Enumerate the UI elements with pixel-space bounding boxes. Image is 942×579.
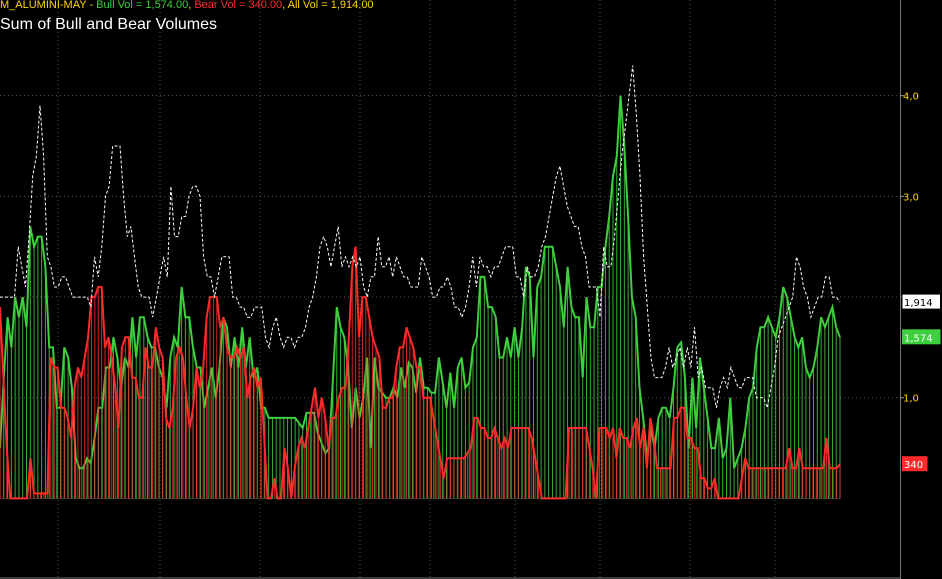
all-vol-label: All Vol = 1,914.00 <box>287 0 374 11</box>
separator: - <box>86 0 97 11</box>
last-value-tag: 1,914 <box>901 293 941 310</box>
tag-label: 1,914 <box>904 298 933 309</box>
y-tick-label: 3,0 <box>903 192 919 203</box>
symbol-label: M_ALUMINI-MAY <box>0 0 87 11</box>
series-bear-vol <box>0 246 841 500</box>
series-line <box>0 65 841 410</box>
chart-canvas: 1,02,03,04,01,5743401,914 <box>0 0 941 579</box>
tag-label: 1,574 <box>904 333 933 344</box>
bear-vol-label: Bear Vol = 340.00 <box>194 0 283 11</box>
last-value-tag: 1,574 <box>902 329 941 345</box>
series-all-vol <box>0 65 841 410</box>
last-value-tag: 340 <box>902 456 928 472</box>
bull-vol-label: Bull Vol = 1,574.00 <box>96 0 189 11</box>
legend-header: M_ALUMINI-MAY - Bull Vol = 1,574.00, Bea… <box>0 0 374 12</box>
chart-panel: 1,02,03,04,01,5743401,914 M_ALUMINI-MAY … <box>0 0 942 579</box>
chart-title: Sum of Bull and Bear Volumes <box>0 16 218 33</box>
y-tick-label: 1,0 <box>903 394 919 405</box>
y-axis-ticks: 1,02,03,04,0 <box>900 92 919 405</box>
tag-label: 340 <box>904 460 923 471</box>
y-tick-label: 4,0 <box>903 92 919 103</box>
